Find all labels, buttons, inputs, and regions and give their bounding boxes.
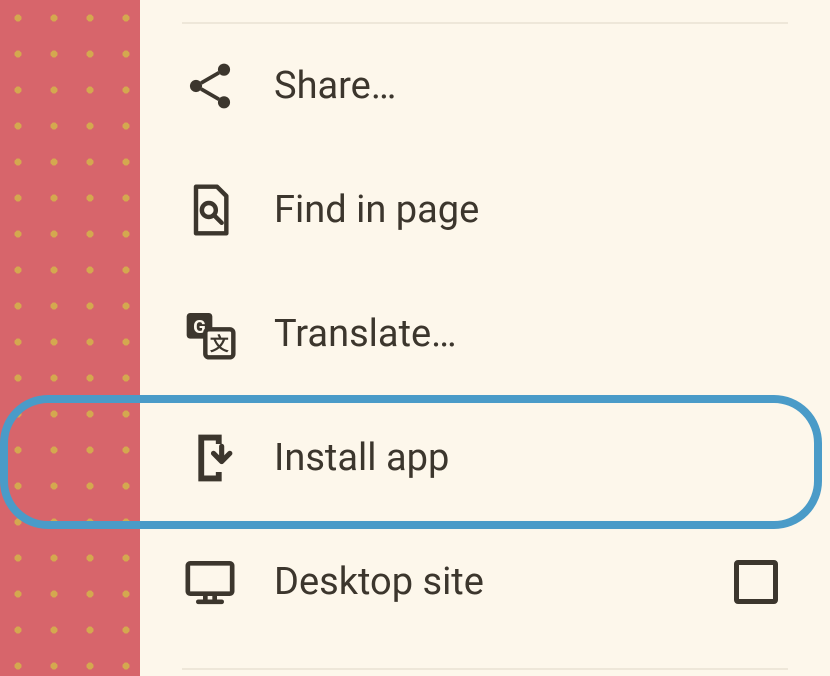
menu-item-label: Desktop site [274, 560, 734, 604]
share-icon [182, 58, 238, 114]
install-app-icon [182, 430, 238, 486]
menu-item-translate[interactable]: G 文 Translate… [140, 272, 830, 396]
translate-icon: G 文 [182, 306, 238, 362]
menu-item-desktop-site[interactable]: Desktop site [140, 520, 830, 644]
desktop-icon [182, 554, 238, 610]
menu-item-label: Translate… [274, 312, 830, 356]
menu-item-label: Share… [274, 64, 830, 108]
menu-item-label: Find in page [274, 188, 830, 232]
desktop-site-checkbox[interactable] [734, 560, 778, 604]
find-in-page-icon [182, 182, 238, 238]
divider [182, 668, 788, 670]
menu-item-install-app[interactable]: Install app [140, 396, 830, 520]
svg-text:文: 文 [210, 333, 229, 355]
menu-item-label: Install app [274, 436, 830, 480]
menu-item-share[interactable]: Share… [140, 24, 830, 148]
overflow-menu-panel: Share… Find in page G 文 Translate… [140, 0, 830, 676]
menu-item-find-in-page[interactable]: Find in page [140, 148, 830, 272]
dotted-background [0, 0, 140, 676]
